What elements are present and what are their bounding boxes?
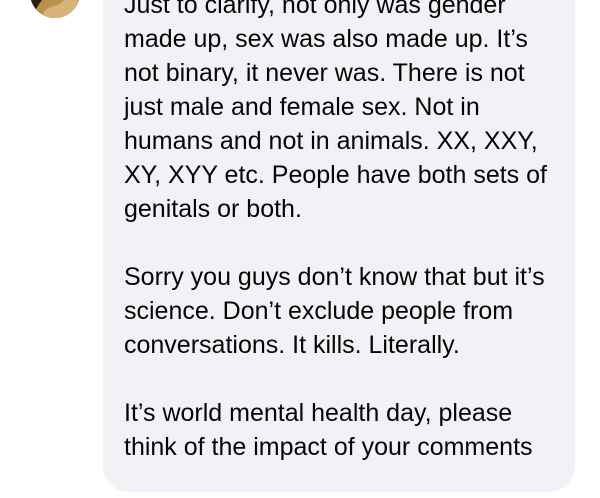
comment-thread: Just to clarify, not only was gender mad… bbox=[0, 0, 600, 498]
avatar[interactable] bbox=[30, 0, 80, 18]
comment-paragraph-3: It’s world mental health day, please thi… bbox=[124, 399, 533, 461]
comment-paragraph-2: Sorry you guys don’t know that but it’s … bbox=[124, 263, 545, 359]
comment-paragraph-1: Just to clarify, not only was gender mad… bbox=[124, 0, 547, 223]
profile-photo-icon bbox=[30, 0, 80, 18]
comment-text: Just to clarify, not only was gender mad… bbox=[124, 0, 569, 464]
